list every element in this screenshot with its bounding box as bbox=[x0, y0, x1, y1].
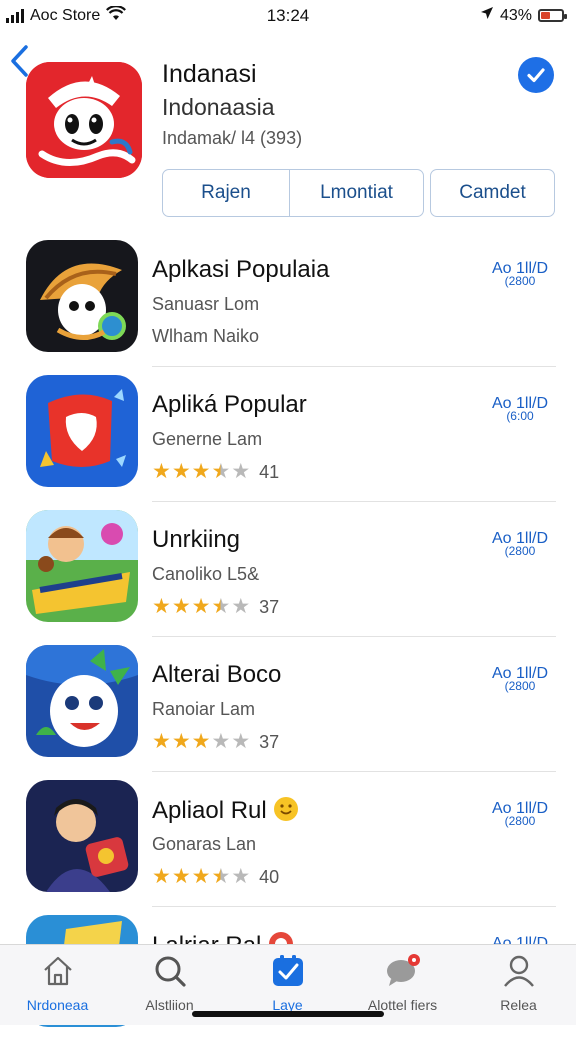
tab-label: Relea bbox=[500, 997, 537, 1013]
status-bar: Aoc Store 13:24 43% bbox=[0, 0, 576, 32]
app-subtitle: Ranoiar Lam bbox=[152, 699, 256, 719]
list-item[interactable]: Apliká Popular Generne Lam ★ ★ ★ ★ ★ 41 Ao 1… bbox=[0, 367, 576, 502]
app-title: Apliaol Rul bbox=[152, 796, 299, 825]
check-circle-icon bbox=[527, 68, 545, 83]
house-icon bbox=[43, 956, 72, 986]
smiley-emoji-icon bbox=[274, 797, 299, 821]
star-rating: ★ ★ ★ ★ ★ 37 bbox=[152, 596, 279, 618]
segment-option-0[interactable]: Rajen bbox=[163, 170, 289, 216]
verified-badge[interactable] bbox=[518, 57, 554, 93]
segmented-control: Rajen Lmontiat bbox=[162, 169, 424, 217]
featured-app-icon[interactable] bbox=[26, 62, 142, 178]
app-list: Aplkasi Populaia Sanuasr Lom Wlham Naiko… bbox=[0, 232, 576, 1042]
star-icon: ★ bbox=[231, 865, 251, 888]
chat-bubble-icon bbox=[386, 954, 420, 986]
star-icon: ★ bbox=[231, 460, 251, 483]
get-button[interactable]: Ao 1ll/D (2800 bbox=[488, 531, 552, 558]
star-icon: ★ bbox=[211, 865, 231, 888]
rating-count: 41 bbox=[259, 461, 280, 482]
home-indicator[interactable] bbox=[192, 1011, 384, 1017]
status-right: 43% bbox=[480, 6, 567, 25]
app-subtitle: Gonaras Lan bbox=[152, 834, 257, 854]
app-subtitle: Canoliko L5& bbox=[152, 564, 260, 584]
list-item[interactable]: Unrkiing Canoliko L5& ★ ★ ★ ★ ★ 37 Ao 1ll/D … bbox=[0, 502, 576, 637]
person-icon bbox=[503, 955, 534, 987]
star-icon: ★ bbox=[231, 730, 251, 753]
star-icon: ★ bbox=[211, 595, 231, 618]
get-button[interactable]: Ao 1ll/D (2800 bbox=[488, 801, 552, 828]
get-button[interactable]: Ao 1ll/D (6:00 bbox=[488, 396, 552, 423]
tab-search[interactable]: Alstliion bbox=[112, 951, 227, 1013]
app-meta: Indamak/ l4 (393) bbox=[162, 128, 303, 148]
app-developer: Wlham Naiko bbox=[152, 326, 260, 346]
cancel-button[interactable]: Camdet bbox=[430, 169, 555, 217]
rating-count: 37 bbox=[259, 731, 280, 752]
get-button[interactable]: Ao 1ll/D (2800 bbox=[488, 666, 552, 693]
app-title: Apliká Popular bbox=[152, 391, 307, 418]
rating-count: 37 bbox=[259, 596, 280, 617]
segment-option-1[interactable]: Lmontiat bbox=[289, 170, 423, 216]
star-icon: ★ bbox=[211, 730, 231, 753]
app-icon[interactable] bbox=[26, 780, 138, 892]
star-icon: ★ bbox=[152, 595, 171, 618]
battery-icon bbox=[538, 9, 567, 22]
star-icon: ★ bbox=[171, 460, 191, 483]
tab-label: Nrdoneaa bbox=[26, 997, 89, 1013]
star-rating: ★ ★ ★ ★ ★ 40 bbox=[152, 866, 279, 888]
battery-percent: 43% bbox=[499, 6, 532, 24]
star-icon: ★ bbox=[152, 460, 171, 483]
tab-notifications[interactable]: Alottel fiers bbox=[345, 951, 460, 1013]
app-icon[interactable] bbox=[26, 375, 138, 487]
app-title-text: Apliaol Rul bbox=[152, 797, 267, 824]
checklist-icon bbox=[272, 955, 303, 986]
app-subtitle: Generne Lam bbox=[152, 429, 263, 449]
app-title: Indanasi bbox=[162, 60, 257, 88]
location-icon bbox=[480, 6, 494, 25]
star-icon: ★ bbox=[231, 595, 251, 618]
star-icon: ★ bbox=[152, 730, 171, 753]
star-icon: ★ bbox=[191, 460, 211, 483]
star-icon: ★ bbox=[171, 730, 191, 753]
app-title: Alterai Boco bbox=[152, 661, 282, 688]
app-subtitle: Indonaasia bbox=[162, 94, 275, 120]
star-rating: ★ ★ ★ ★ ★ 37 bbox=[152, 731, 279, 753]
tab-today[interactable]: Laye bbox=[230, 951, 345, 1013]
rating-count: 40 bbox=[259, 866, 280, 887]
search-icon bbox=[155, 956, 186, 987]
app-subtitle: Sanuasr Lom bbox=[152, 294, 260, 314]
star-icon: ★ bbox=[191, 865, 211, 888]
tab-home[interactable]: Nrdoneaa bbox=[0, 951, 115, 1013]
star-icon: ★ bbox=[191, 595, 211, 618]
app-icon[interactable] bbox=[26, 645, 138, 757]
star-icon: ★ bbox=[152, 865, 171, 888]
list-item[interactable]: Alterai Boco Ranoiar Lam ★ ★ ★ ★ ★ 37 Ao 1ll… bbox=[0, 637, 576, 772]
list-item[interactable]: Apliaol Rul Gonaras Lan ★ ★ ★ ★ ★ 40 Ao 1ll/… bbox=[0, 772, 576, 907]
app-title: Aplkasi Populaia bbox=[152, 256, 330, 283]
app-icon[interactable] bbox=[26, 240, 138, 352]
chevron-left-icon bbox=[11, 45, 28, 77]
get-button[interactable]: Ao 1ll/D (2800 bbox=[488, 261, 552, 288]
tab-profile[interactable]: Relea bbox=[461, 951, 576, 1013]
list-item[interactable]: Aplkasi Populaia Sanuasr Lom Wlham Naiko… bbox=[0, 232, 576, 367]
app-icon[interactable] bbox=[26, 510, 138, 622]
star-icon: ★ bbox=[171, 595, 191, 618]
star-icon: ★ bbox=[211, 460, 231, 483]
app-title: Unrkiing bbox=[152, 526, 241, 553]
star-icon: ★ bbox=[191, 730, 211, 753]
star-icon: ★ bbox=[171, 865, 191, 888]
battery-fill bbox=[541, 12, 550, 19]
star-rating: ★ ★ ★ ★ ★ 41 bbox=[152, 461, 279, 483]
